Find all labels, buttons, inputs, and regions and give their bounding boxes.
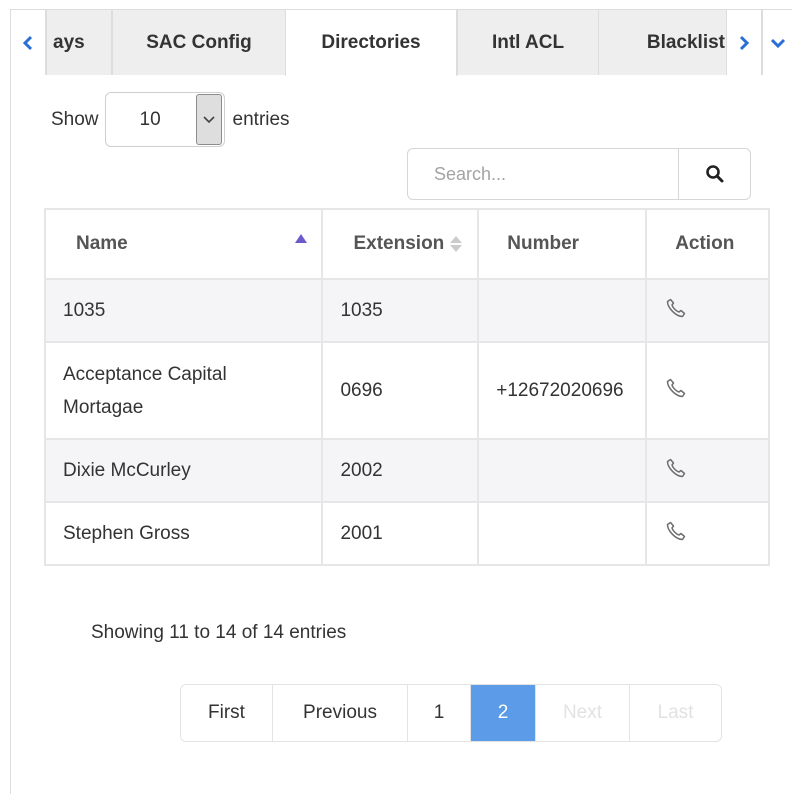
tab-label: Directories: [321, 32, 421, 53]
column-header-label: Extension: [353, 233, 445, 254]
tab-bar: ays SAC Config Directories Intl ACL Blac…: [10, 9, 792, 76]
phone-icon[interactable]: [664, 456, 688, 480]
sort-icon: [450, 235, 463, 253]
cell-name: Acceptance Capital Mortagae: [43, 341, 324, 440]
cell-action: [645, 278, 770, 343]
search-input[interactable]: [408, 149, 678, 199]
chevron-right-icon: [739, 35, 750, 50]
phone-icon[interactable]: [664, 519, 688, 543]
tab-label: Intl ACL: [491, 31, 565, 53]
table-info: Showing 11 to 14 of 14 entries: [91, 622, 347, 643]
tab-label: ays: [53, 31, 85, 53]
table-row: 1035 1035: [43, 278, 770, 343]
cell-name: Stephen Gross: [43, 501, 324, 566]
sort-ascending-icon: [295, 234, 308, 243]
phone-icon[interactable]: [664, 376, 688, 400]
tab-scroll-right-button[interactable]: [726, 9, 762, 75]
page-length-value: 10: [139, 108, 161, 130]
column-header-label: Number: [507, 233, 580, 254]
tab-blacklist[interactable]: Blacklist: [598, 9, 736, 75]
cell-number: [477, 438, 648, 503]
cell-number: +12672020696: [477, 341, 648, 440]
chevron-down-icon: [770, 38, 786, 48]
pagination: First Previous 1 2 Next Last: [180, 684, 722, 742]
cell-action: [645, 341, 770, 440]
search-icon: [705, 165, 723, 183]
column-header-name[interactable]: Name: [43, 208, 324, 280]
column-header-label: Action: [675, 233, 735, 254]
tab-intl-acl[interactable]: Intl ACL: [457, 9, 599, 75]
entries-label: entries: [232, 108, 290, 130]
cell-extension: 1035: [321, 278, 480, 343]
page-length-control: Show 10 entries: [51, 92, 290, 147]
cell-name: Dixie McCurley: [43, 438, 324, 503]
cell-name: 1035: [43, 278, 324, 343]
cell-action: [645, 501, 770, 566]
table-row: Stephen Gross 2001: [43, 501, 770, 566]
tab-gateways[interactable]: ays: [46, 9, 112, 75]
directory-table: Name Extension Number Action 1035 1035 A…: [43, 208, 770, 566]
search-button[interactable]: [678, 149, 750, 199]
page-1-button[interactable]: 1: [408, 685, 471, 741]
column-header-label: Name: [76, 233, 128, 254]
tab-sac-config[interactable]: SAC Config: [112, 9, 286, 75]
chevron-down-icon: [202, 115, 215, 123]
cell-number: [477, 278, 648, 343]
page-last-button[interactable]: Last: [630, 685, 721, 741]
chevron-left-icon: [22, 35, 33, 50]
cell-extension: 0696: [321, 341, 480, 440]
search-box: [407, 148, 751, 200]
show-label: Show: [51, 108, 99, 130]
table-row: Acceptance Capital Mortagae 0696 +126720…: [43, 341, 770, 440]
page-next-button[interactable]: Next: [536, 685, 630, 741]
tab-directories[interactable]: Directories: [285, 9, 457, 76]
table-row: Dixie McCurley 2002: [43, 438, 770, 503]
column-header-action: Action: [645, 208, 770, 280]
tab-label: SAC Config: [146, 31, 252, 53]
page-2-button[interactable]: 2: [471, 685, 536, 741]
column-header-number[interactable]: Number: [477, 208, 648, 280]
tab-scroll-left-button[interactable]: [10, 9, 46, 75]
panel-border: [10, 75, 11, 794]
table-header-row: Name Extension Number Action: [43, 208, 770, 280]
tab-dropdown-button[interactable]: [762, 9, 792, 75]
tab-label: Blacklist: [646, 31, 725, 53]
phone-icon[interactable]: [664, 296, 688, 320]
cell-action: [645, 438, 770, 503]
page-previous-button[interactable]: Previous: [273, 685, 408, 741]
cell-number: [477, 501, 648, 566]
page-first-button[interactable]: First: [181, 685, 273, 741]
cell-extension: 2001: [321, 501, 480, 566]
dropdown-arrow[interactable]: [195, 94, 222, 145]
cell-extension: 2002: [321, 438, 480, 503]
page-length-select[interactable]: 10: [104, 92, 225, 147]
column-header-extension[interactable]: Extension: [321, 208, 480, 280]
